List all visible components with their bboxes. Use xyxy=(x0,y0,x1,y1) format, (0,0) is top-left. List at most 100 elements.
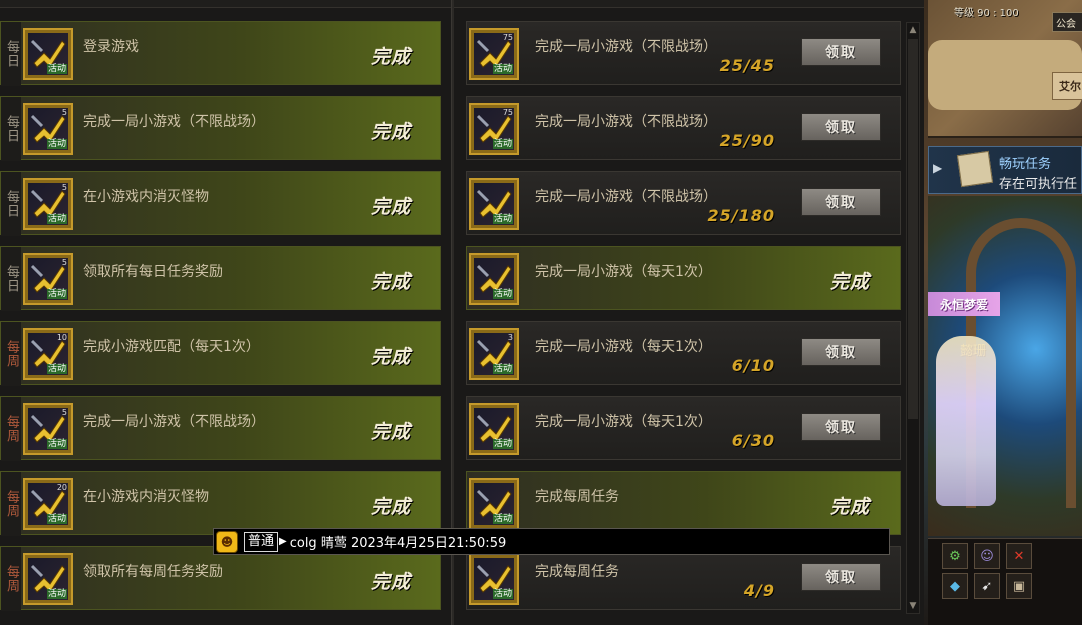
menu-icon[interactable]: ▣ xyxy=(1006,573,1032,599)
task-frequency-tag: 每周 xyxy=(1,322,21,386)
task-row: 活动 完成每周任务 4/9 领取 xyxy=(466,546,901,610)
claim-button[interactable]: 领取 xyxy=(801,338,881,366)
task-row: 活动 完成一局小游戏（每天1次） 6/30 领取 xyxy=(466,396,901,460)
task-complete-status: 完成 xyxy=(371,571,412,593)
task-reward-icon: 活动 xyxy=(469,178,519,230)
task-title: 登录游戏 xyxy=(83,39,139,55)
icon-activity-label: 活动 xyxy=(46,514,67,524)
avatar-icon[interactable]: ☺ xyxy=(974,543,1000,569)
task-reward-icon: 活动 xyxy=(23,28,73,80)
scroll-thumb[interactable] xyxy=(908,39,918,419)
check-sword-icon: 5 活动 xyxy=(28,183,68,225)
guild-button[interactable]: 公会 xyxy=(1052,12,1082,32)
icon-count: 5 xyxy=(61,108,67,117)
check-sword-icon: 3 活动 xyxy=(474,333,514,375)
cross-icon[interactable]: ✕ xyxy=(1006,543,1032,569)
claim-button[interactable]: 领取 xyxy=(801,188,881,216)
icon-activity-label: 活动 xyxy=(492,514,513,524)
task-title: 在小游戏内消灭怪物 xyxy=(83,489,209,505)
task-row: 活动 完成每周任务 完成 xyxy=(466,471,901,535)
sword-icon[interactable]: ➹ xyxy=(974,573,1000,599)
icon-activity-label: 活动 xyxy=(492,139,513,149)
check-sword-icon: 活动 xyxy=(474,483,514,525)
icon-count: 75 xyxy=(502,33,513,42)
task-complete-status: 完成 xyxy=(830,496,871,518)
task-reward-icon: 3 活动 xyxy=(469,328,519,380)
icon-activity-label: 活动 xyxy=(492,589,513,599)
task-complete-status: 完成 xyxy=(371,421,412,443)
player-character[interactable] xyxy=(936,336,996,506)
claim-button[interactable]: 领取 xyxy=(801,563,881,591)
icon-count: 3 xyxy=(507,333,513,342)
channel-arrow-icon: ▶ xyxy=(279,536,287,547)
task-complete-status: 完成 xyxy=(371,196,412,218)
task-reward-icon: 5 活动 xyxy=(23,103,73,155)
chat-text: colg 晴莺 2023年4月25日21:50:59 xyxy=(289,536,507,551)
icon-count: 5 xyxy=(61,183,67,192)
task-progress: 25/90 xyxy=(719,131,775,150)
task-title: 完成一局小游戏（不限战场） xyxy=(535,39,717,55)
smiley-icon[interactable]: ☻ xyxy=(216,530,238,553)
task-title: 完成一局小游戏（不限战场） xyxy=(535,114,717,130)
claim-button[interactable]: 领取 xyxy=(801,113,881,141)
task-reward-icon: 活动 xyxy=(469,253,519,305)
check-sword-icon: 75 活动 xyxy=(474,33,514,75)
task-reward-icon: 活动 xyxy=(469,478,519,530)
task-reward-icon: 75 活动 xyxy=(469,103,519,155)
chat-channel-badge: 普通 xyxy=(244,531,279,552)
panel-top-border xyxy=(0,0,924,8)
icon-activity-label: 活动 xyxy=(492,439,513,449)
check-sword-icon: 5 活动 xyxy=(28,258,68,300)
expand-arrow-icon[interactable]: ▶ xyxy=(933,161,942,175)
check-sword-icon: 活动 xyxy=(474,558,514,600)
icon-activity-label: 活动 xyxy=(46,439,67,449)
icon-activity-label: 活动 xyxy=(46,214,67,224)
task-reward-icon: 5 活动 xyxy=(23,253,73,305)
claim-button[interactable]: 领取 xyxy=(801,38,881,66)
claim-button[interactable]: 领取 xyxy=(801,413,881,441)
task-progress: 6/30 xyxy=(731,431,775,450)
icon-count: 10 xyxy=(56,333,67,342)
task-title: 完成一局小游戏（不限战场） xyxy=(535,189,717,205)
task-reward-icon: 活动 xyxy=(469,553,519,605)
task-row: 每日 5 活动 领取所有每日任务奖励 完成 xyxy=(0,246,441,311)
task-row: 每日 5 活动 在小游戏内消灭怪物 完成 xyxy=(0,171,441,236)
task-complete-status: 完成 xyxy=(371,496,412,518)
quest-tracker[interactable]: ▶ 畅玩任务 存在可执行任 xyxy=(928,146,1082,194)
check-sword-icon: 10 活动 xyxy=(28,333,68,375)
scroll-up-arrow-icon[interactable]: ▲ xyxy=(907,23,919,37)
minimap[interactable]: 等级 90 : 100 公会 艾尔 xyxy=(928,0,1082,138)
task-progress: 4/9 xyxy=(743,581,775,600)
task-reward-icon: 10 活动 xyxy=(23,328,73,380)
task-row: 每周 10 活动 完成小游戏匹配（每天1次） 完成 xyxy=(0,321,441,386)
task-row: 每日 活动 登录游戏 完成 xyxy=(0,21,441,86)
quest-subtitle: 存在可执行任 xyxy=(999,177,1078,192)
task-row: 75 活动 完成一局小游戏（不限战场） 25/45 领取 xyxy=(466,21,901,85)
icon-activity-label: 活动 xyxy=(46,589,67,599)
task-frequency-tag: 每日 xyxy=(1,22,21,86)
task-reward-icon: 20 活动 xyxy=(23,478,73,530)
task-row: 每周 5 活动 完成一局小游戏（不限战场） 完成 xyxy=(0,396,441,461)
task-title: 领取所有每周任务奖励 xyxy=(83,564,223,580)
task-title: 完成每周任务 xyxy=(535,564,619,580)
game-scene: 永恒梦爱 懿珊 xyxy=(928,196,1082,536)
task-title: 完成一局小游戏（每天1次） xyxy=(535,414,712,430)
task-frequency-tag: 每日 xyxy=(1,172,21,236)
task-frequency-tag: 每周 xyxy=(1,547,21,611)
task-progress: 6/10 xyxy=(731,356,775,375)
icon-activity-label: 活动 xyxy=(46,289,67,299)
check-sword-icon: 5 活动 xyxy=(28,108,68,150)
scroll-down-arrow-icon[interactable]: ▼ xyxy=(907,599,919,613)
task-title: 完成小游戏匹配（每天1次） xyxy=(83,339,260,355)
task-reward-icon: 活动 xyxy=(23,553,73,605)
icon-activity-label: 活动 xyxy=(492,214,513,224)
gear-icon[interactable]: ⚙ xyxy=(942,543,968,569)
task-list-scrollbar[interactable]: ▲ ▼ xyxy=(906,22,920,614)
chat-message: ☻ 普通 ▶ colg 晴莺 2023年4月25日21:50:59 xyxy=(213,528,890,555)
game-view: 等级 90 : 100 公会 艾尔 ▶ 畅玩任务 存在可执行任 永恒梦爱 懿珊 … xyxy=(924,0,1082,625)
check-sword-icon: 75 活动 xyxy=(474,108,514,150)
tp-icon[interactable]: ◆ xyxy=(942,573,968,599)
check-sword-icon: 活动 xyxy=(474,183,514,225)
check-sword-icon: 活动 xyxy=(28,558,68,600)
task-title: 完成一局小游戏（每天1次） xyxy=(535,264,712,280)
